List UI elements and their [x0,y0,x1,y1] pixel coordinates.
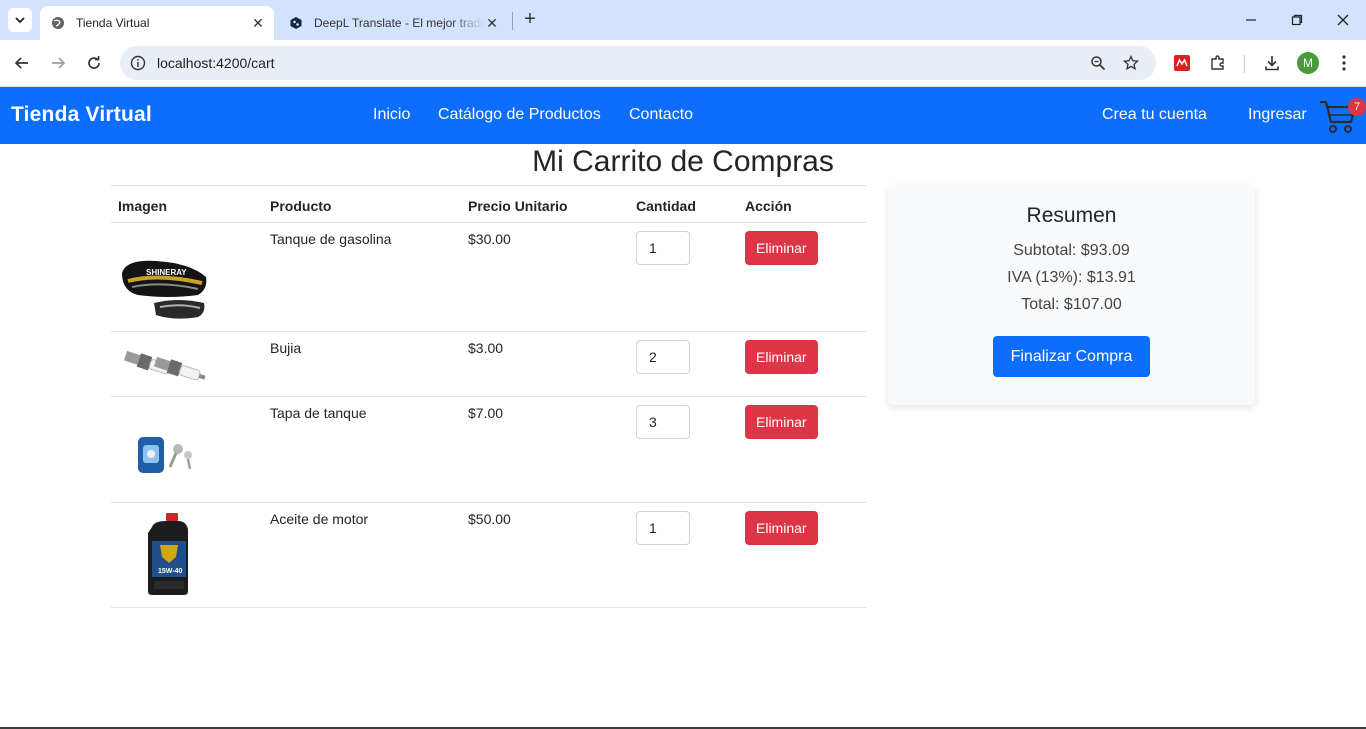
checkout-button[interactable]: Finalizar Compra [992,336,1151,377]
fuel-tank-image: SHINERAY [122,260,207,319]
brand-logo-text[interactable]: Tienda Virtual [11,103,152,127]
svg-text:SHINERAY: SHINERAY [146,268,187,277]
quantity-cell [629,396,738,503]
delete-button[interactable]: Eliminar [745,231,818,265]
browser-toolbar: localhost:4200/cart [0,40,1366,87]
order-summary-card: Resumen Subtotal: $93.09 IVA (13%): $13.… [888,186,1255,405]
motor-oil-image: 15W-40 [148,513,188,595]
tab-title: DeepL Translate - El mejor traductor [314,16,484,30]
new-tab-button[interactable]: + [520,9,540,30]
quantity-cell [629,222,738,332]
cart-table: Imagen Producto Precio Unitario Cantidad… [111,185,867,608]
product-name: Aceite de motor [263,502,461,608]
product-name: Bujia [263,331,461,397]
quantity-input[interactable] [636,231,690,265]
spark-plug-image [123,350,206,381]
delete-button[interactable]: Eliminar [745,340,818,374]
quantity-cell [629,502,738,608]
deepl-icon [288,15,304,31]
reload-icon[interactable] [83,52,105,74]
tab-deepl[interactable]: DeepL Translate - El mejor traductor ✕ [278,6,508,40]
browser-tab-strip: Tienda Virtual ✕ DeepL Translate - El me… [0,0,1366,40]
summary-total: Total: $107.00 [1021,296,1122,313]
login-link[interactable]: Ingresar [1248,106,1307,124]
delete-button[interactable]: Eliminar [745,405,818,439]
cart-count-badge: 7 [1348,98,1366,116]
tab-search-button[interactable] [8,8,32,32]
bookmark-star-icon[interactable] [1123,55,1139,71]
action-cell: Eliminar [738,331,867,397]
product-name: Tapa de tanque [263,396,461,503]
unit-price: $50.00 [461,502,629,608]
product-image-cell [111,331,263,397]
table-row: SHINERAY Tanque de gasolina $30.00 Elimi… [111,222,867,332]
unit-price: $3.00 [461,331,629,397]
table-header-row: Imagen Producto Precio Unitario Cantidad… [111,185,867,223]
cart-button[interactable]: 7 [1318,96,1366,136]
extensions-puzzle-icon[interactable] [1207,52,1229,74]
tank-cap-image [138,437,192,473]
restore-icon[interactable] [1287,10,1307,30]
page-title: Mi Carrito de Compras [0,145,1366,179]
summary-subtotal: Subtotal: $93.09 [1013,242,1130,259]
summary-iva: IVA (13%): $13.91 [1007,269,1136,286]
tab-tienda-virtual[interactable]: Tienda Virtual ✕ [40,6,274,40]
quantity-input[interactable] [636,405,690,439]
column-header-product: Producto [263,185,461,223]
minimize-icon[interactable] [1241,10,1261,30]
column-header-quantity: Cantidad [629,185,738,223]
forward-arrow-icon[interactable] [47,52,69,74]
action-cell: Eliminar [738,222,867,332]
product-image-cell [111,396,263,503]
toolbar-divider [1244,55,1245,73]
close-icon[interactable]: ✕ [250,15,266,31]
nav-link-inicio[interactable]: Inicio [373,106,410,124]
kebab-menu-icon[interactable] [1333,52,1355,74]
table-row: Tapa de tanque $7.00 Eliminar [111,396,867,503]
close-window-icon[interactable] [1333,10,1353,30]
nav-link-catalogo[interactable]: Catálogo de Productos [438,106,601,124]
site-info-icon[interactable] [130,55,146,71]
product-name: Tanque de gasolina [263,222,461,332]
page-title-text: Mi Carrito de Compras [532,145,834,178]
quantity-cell [629,331,738,397]
quantity-input[interactable] [636,340,690,374]
zoom-icon[interactable] [1090,55,1106,71]
chevron-down-icon [15,17,25,24]
unit-price: $30.00 [461,222,629,332]
column-header-action: Acción [738,185,867,223]
svg-text:15W-40: 15W-40 [158,568,182,575]
tab-separator [512,12,513,30]
summary-title: Resumen [1026,204,1117,227]
download-icon[interactable] [1261,52,1283,74]
product-image-cell: 15W-40 [111,502,263,608]
create-account-link[interactable]: Crea tu cuenta [1102,106,1207,124]
table-row: 15W-40 Aceite de motor $50.00 Eliminar [111,502,867,608]
nav-link-contacto[interactable]: Contacto [629,106,693,124]
delete-button[interactable]: Eliminar [745,511,818,545]
url-text: localhost:4200/cart [157,55,275,71]
column-header-price: Precio Unitario [461,185,629,223]
app-navbar: Tienda Virtual Inicio Catálogo de Produc… [0,87,1366,144]
extension-red-icon[interactable] [1171,52,1193,74]
profile-avatar[interactable]: M [1297,52,1319,74]
column-header-image: Imagen [111,185,263,223]
tab-title: Tienda Virtual [76,16,150,30]
close-icon[interactable]: ✕ [484,15,500,31]
action-cell: Eliminar [738,396,867,503]
address-bar[interactable]: localhost:4200/cart [120,46,1156,80]
action-cell: Eliminar [738,502,867,608]
quantity-input[interactable] [636,511,690,545]
back-arrow-icon[interactable] [11,52,33,74]
globe-icon [50,15,66,31]
product-image-cell: SHINERAY [111,222,263,332]
table-row: Bujia $3.00 Eliminar [111,331,867,397]
unit-price: $7.00 [461,396,629,503]
